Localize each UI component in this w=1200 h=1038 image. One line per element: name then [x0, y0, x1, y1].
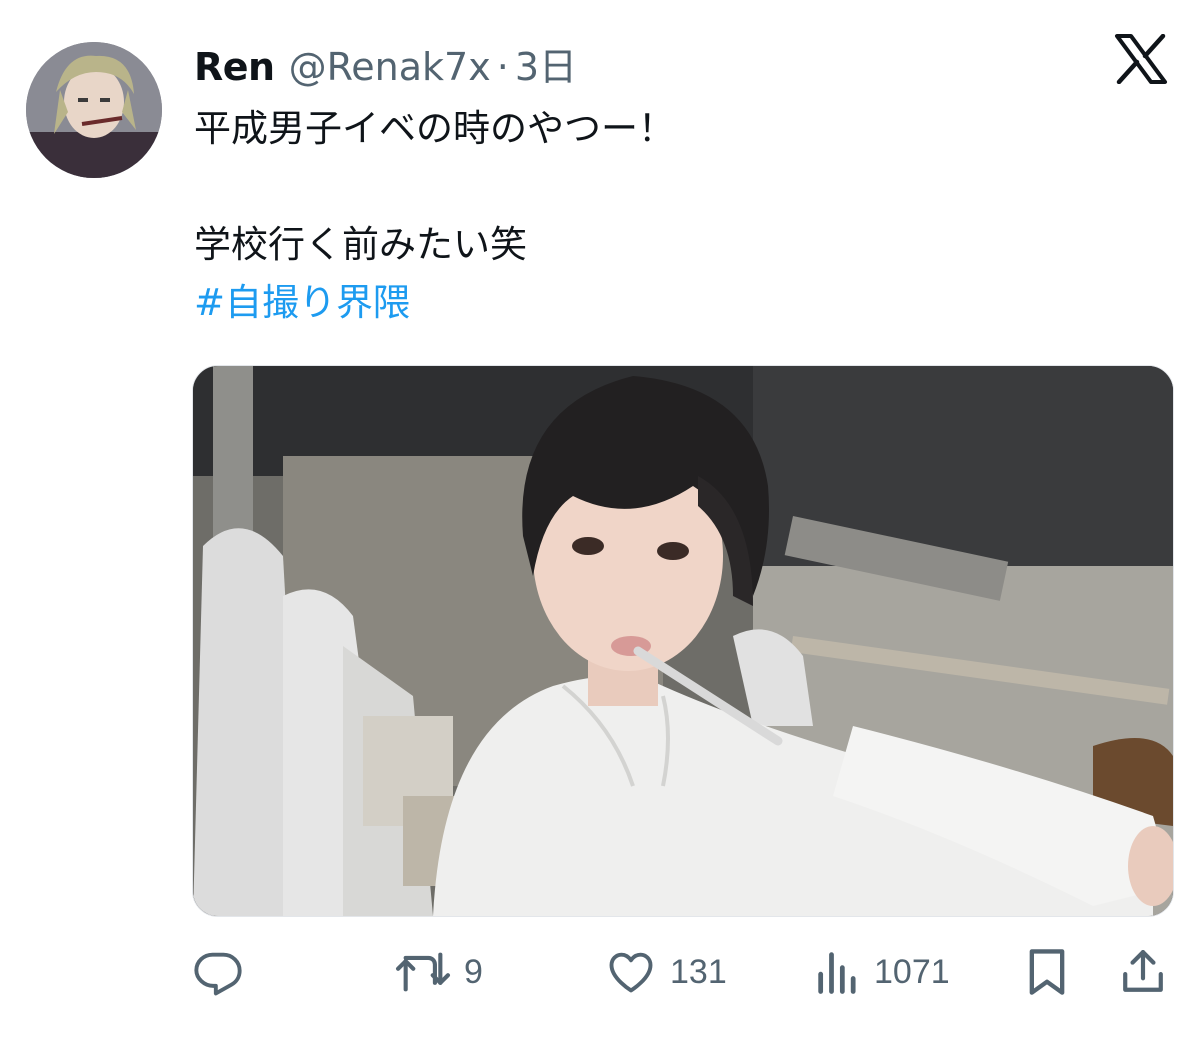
tweet-text-line: 学校行く前みたい笑	[194, 223, 527, 266]
avatar[interactable]	[26, 42, 162, 178]
retweet-button[interactable]: 9	[394, 940, 483, 1004]
tweet-header: Ren @Renak7x · 3日	[194, 36, 577, 89]
tweet-photo[interactable]	[192, 365, 1174, 917]
hashtag-link[interactable]: #自撮り界隈	[194, 274, 1154, 332]
bookmark-button[interactable]	[1024, 940, 1070, 1004]
like-count: 131	[670, 952, 727, 991]
retweet-icon	[396, 952, 450, 992]
share-icon	[1123, 950, 1163, 992]
separator-dot: ·	[496, 45, 509, 89]
bookmark-icon	[1029, 949, 1065, 995]
tweet-text-line: 平成男子イベの時のやつー！	[194, 107, 675, 150]
avatar-image	[26, 42, 162, 178]
photo-image	[193, 366, 1173, 916]
user-handle[interactable]: @Renak7x	[289, 45, 491, 89]
reply-icon	[194, 952, 242, 996]
views-icon	[818, 952, 856, 994]
reply-button[interactable]	[192, 940, 244, 1004]
x-logo-icon	[1114, 33, 1168, 85]
share-button[interactable]	[1120, 940, 1166, 1004]
heart-icon	[609, 952, 653, 993]
like-button[interactable]: 131	[604, 940, 727, 1004]
retweet-count: 9	[464, 952, 483, 991]
tweet-action-bar: 9 131 1071	[192, 940, 1170, 1004]
views-count: 1071	[874, 952, 950, 991]
tweet-text: 平成男子イベの時のやつー！ 学校行く前みたい笑 #自撮り界隈	[194, 100, 1154, 332]
views-button[interactable]: 1071	[814, 940, 950, 1004]
timestamp[interactable]: 3日	[515, 36, 577, 91]
display-name[interactable]: Ren	[194, 45, 275, 89]
